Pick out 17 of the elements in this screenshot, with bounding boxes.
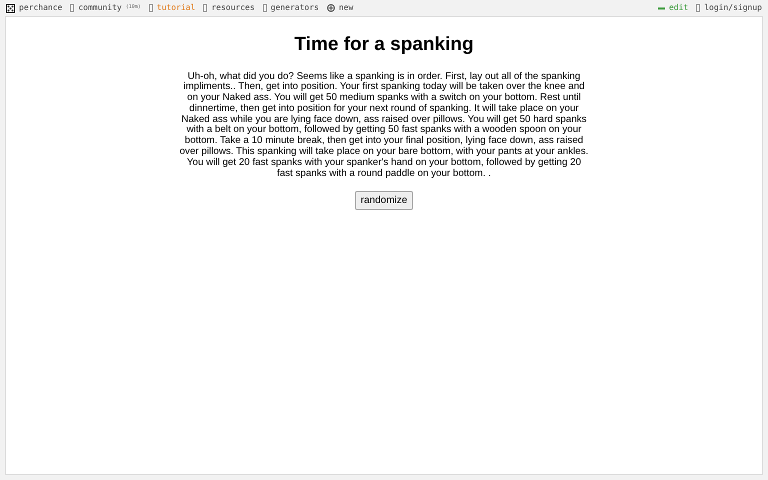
home-link[interactable]: perchance: [19, 2, 62, 14]
missing-glyph-icon: [148, 4, 153, 12]
missing-glyph-icon: [696, 4, 700, 12]
missing-glyph-icon: [203, 4, 208, 12]
plus-icon: [326, 4, 335, 12]
nav-link[interactable]: new: [338, 2, 354, 14]
generated-text: Uh-oh, what did you do? Seems like a spanking is in order. First, lay out all of the spanking impliments.. Then, get into position. Your first spanking today will be taken over the knee and on your Naked ass. You will get 50 medium spanks with a switch on your bottom. Rest until dinnertime, then get into position for your next round of spanking. It will take place on your Naked ass while you are lying face down, ass raised over pillows. You will get 50 hard spanks with a belt on your bottom, followed by getting 50 fast spanks with a wooden spoon on your bottom. Take a 10 minute break, then get into your final position, lying face down, ass raised over pillows. This spanking will take place on your bare bottom, with your pants at your ankles. You will get 20 fast spanks with your spanker's hand on your bottom, followed by getting 20 fast spanks with a round paddle on your bottom. .: [179, 72, 589, 180]
randomize-button[interactable]: randomize: [354, 191, 414, 210]
page-title: Time for a spanking: [294, 33, 474, 57]
nav-link[interactable]: login/signup: [704, 2, 762, 14]
missing-glyph-icon: [70, 4, 74, 12]
nav-link[interactable]: community: [78, 2, 122, 14]
pencil-icon: [658, 6, 665, 10]
missing-glyph-icon: [262, 4, 267, 12]
dice-icon: [6, 4, 15, 12]
nav-link[interactable]: generators: [270, 2, 319, 14]
nav-link[interactable]: resources: [211, 2, 255, 14]
